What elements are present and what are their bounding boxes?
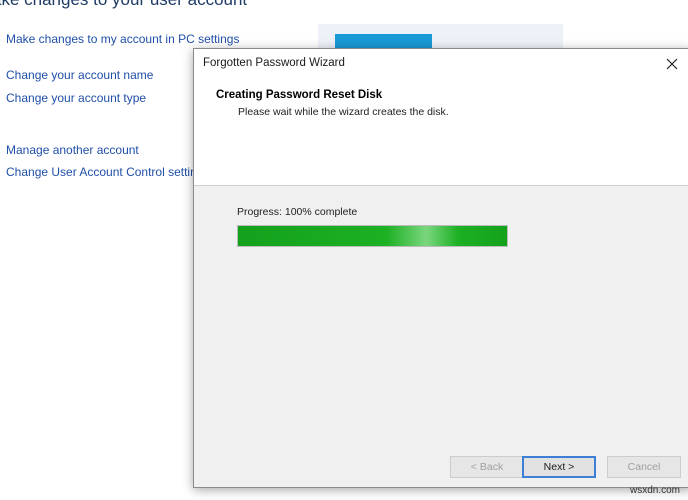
close-icon	[666, 58, 678, 70]
link-account-pc-settings[interactable]: Make changes to my account in PC setting…	[6, 32, 239, 46]
page-heading: ake changes to your user account	[0, 0, 247, 10]
back-button[interactable]: < Back	[450, 456, 524, 478]
screen: ake changes to your user account Make ch…	[0, 0, 688, 500]
link-change-uac-settings[interactable]: Change User Account Control settings	[6, 165, 209, 179]
dialog-titlebar[interactable]: Forgotten Password Wizard	[194, 49, 688, 79]
wizard-dialog: Forgotten Password Wizard Creating Passw…	[193, 48, 688, 488]
link-manage-another-account[interactable]: Manage another account	[6, 143, 139, 157]
dialog-title: Forgotten Password Wizard	[203, 57, 345, 69]
link-change-account-name[interactable]: Change your account name	[6, 68, 153, 82]
watermark: wsxdn.com	[629, 485, 680, 496]
progress-label: Progress: 100% complete	[237, 206, 358, 218]
progress-bar-fill	[238, 226, 507, 246]
link-change-account-type[interactable]: Change your account type	[6, 91, 146, 105]
wizard-step-title: Creating Password Reset Disk	[216, 89, 383, 101]
cancel-button[interactable]: Cancel	[607, 456, 681, 478]
wizard-step-subtitle: Please wait while the wizard creates the…	[238, 106, 449, 118]
close-button[interactable]	[661, 53, 683, 75]
wizard-header: Creating Password Reset Disk Please wait…	[194, 79, 688, 186]
next-button[interactable]: Next >	[522, 456, 596, 478]
progress-bar	[237, 225, 508, 247]
wizard-body: Progress: 100% complete < Back Next > Ca…	[194, 186, 688, 487]
